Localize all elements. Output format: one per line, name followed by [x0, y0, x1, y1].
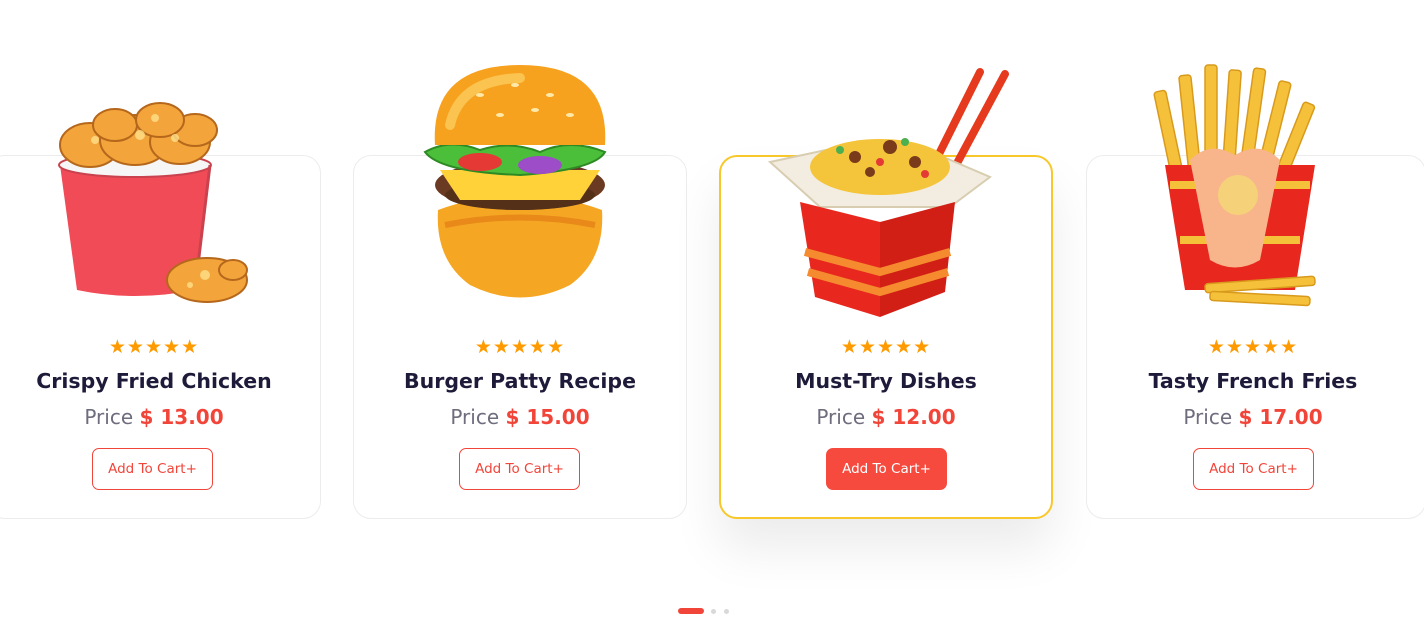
star-icon: ★ — [840, 336, 859, 358]
star-icon: ★ — [1262, 336, 1281, 358]
noodle-box-image — [760, 62, 1010, 322]
star-rating: ★★★★★ — [353, 337, 687, 357]
star-icon: ★ — [876, 336, 896, 358]
pagination-dot-1[interactable] — [678, 608, 704, 614]
add-to-cart-button[interactable]: Add To Cart+ — [826, 448, 947, 490]
star-icon: ★ — [144, 336, 164, 358]
pagination-dot-2[interactable] — [711, 609, 716, 614]
price-amount: $ 12.00 — [871, 405, 956, 429]
product-title: Tasty French Fries — [1148, 369, 1358, 393]
price-amount: $ 15.00 — [505, 405, 590, 429]
star-icon: ★ — [1207, 336, 1226, 358]
star-rating: ★★★★★ — [1086, 337, 1420, 357]
price-label: Price — [84, 405, 134, 429]
star-icon: ★ — [181, 336, 200, 358]
price-amount: $ 17.00 — [1238, 405, 1323, 429]
star-icon: ★ — [1280, 336, 1299, 358]
product-slider: ★★★★★ Crispy Fried Chicken Price $ 13.00… — [0, 0, 1424, 621]
add-to-cart-button[interactable]: Add To Cart+ — [459, 448, 580, 490]
star-icon: ★ — [1225, 336, 1244, 358]
product-title: Burger Patty Recipe — [403, 369, 636, 393]
product-price: Price $ 12.00 — [719, 402, 1053, 432]
burger-image — [420, 60, 620, 320]
price-label: Price — [450, 405, 500, 429]
star-icon: ★ — [1243, 336, 1263, 358]
price-label: Price — [816, 405, 866, 429]
star-icon: ★ — [529, 336, 548, 358]
star-icon: ★ — [108, 336, 127, 358]
star-icon: ★ — [126, 336, 145, 358]
product-price: Price $ 13.00 — [0, 402, 321, 432]
star-icon: ★ — [547, 336, 566, 358]
star-rating: ★★★★★ — [0, 337, 321, 357]
add-to-cart-button[interactable]: Add To Cart+ — [92, 448, 213, 490]
star-icon: ★ — [474, 336, 493, 358]
star-rating: ★★★★★ — [719, 337, 1053, 357]
star-icon: ★ — [895, 336, 914, 358]
product-price: Price $ 15.00 — [353, 402, 687, 432]
product-title: Must-Try Dishes — [795, 369, 977, 393]
price-label: Price — [1183, 405, 1233, 429]
add-to-cart-button[interactable]: Add To Cart+ — [1193, 448, 1314, 490]
product-price: Price $ 17.00 — [1086, 402, 1420, 432]
star-icon: ★ — [163, 336, 182, 358]
star-icon: ★ — [492, 336, 511, 358]
star-icon: ★ — [913, 336, 932, 358]
pagination-dot-3[interactable] — [724, 609, 729, 614]
french-fries-image — [1150, 60, 1330, 320]
star-icon: ★ — [510, 336, 530, 358]
price-amount: $ 13.00 — [139, 405, 224, 429]
product-title: Crispy Fried Chicken — [36, 369, 272, 393]
fried-chicken-image — [55, 60, 255, 320]
star-icon: ★ — [858, 336, 877, 358]
